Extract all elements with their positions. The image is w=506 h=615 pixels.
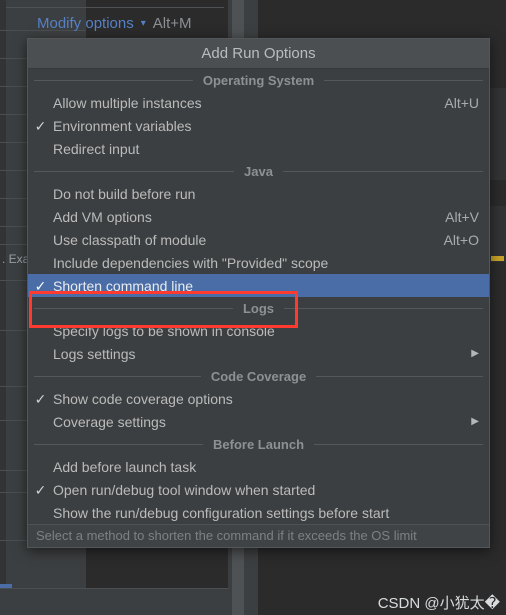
check-icon: ✓ — [34, 277, 47, 294]
menu-section-label: Before Launch — [213, 436, 305, 452]
menu-item[interactable]: ✓ Shorten command line — [28, 274, 489, 297]
add-run-options-menu[interactable]: Add Run Options Operating System Allow mu… — [27, 38, 490, 548]
modify-options-shortcut: Alt+M — [152, 15, 192, 32]
modify-options-bar[interactable]: Modify options ▾ Alt+M — [37, 15, 192, 32]
menu-section-header: Java — [28, 160, 489, 182]
menu-item[interactable]: Use classpath of module Alt+O — [28, 228, 489, 251]
menu-item[interactable]: Logs settings ▶ — [28, 342, 489, 365]
menu-item[interactable]: Coverage settings ▶ — [28, 410, 489, 433]
modify-options-link[interactable]: Modify options — [37, 15, 134, 32]
menu-item-shortcut: Alt+U — [444, 94, 479, 111]
menu-item-label: Coverage settings — [53, 413, 166, 430]
menu-item[interactable]: ✓ Open run/debug tool window when started — [28, 478, 489, 501]
menu-item-label: Logs settings — [53, 345, 136, 362]
menu-item[interactable]: Specify logs to be shown in console — [28, 319, 489, 342]
menu-item-label: Allow multiple instances — [53, 94, 202, 111]
section-rule-right — [316, 375, 483, 377]
menu-section-label: Java — [244, 163, 273, 179]
submenu-arrow-icon: ▶ — [471, 415, 479, 427]
menu-section-header: Operating System — [28, 69, 489, 91]
menu-item-shortcut: Alt+O — [443, 231, 479, 248]
menu-item[interactable]: Show the run/debug configuration setting… — [28, 501, 489, 524]
menu-item[interactable]: Include dependencies with "Provided" sco… — [28, 251, 489, 274]
menu-item-label: Environment variables — [53, 117, 192, 134]
background-bottom-bar — [0, 588, 228, 615]
menu-item-label: Add VM options — [53, 208, 152, 225]
menu-item-label: Shorten command line — [53, 277, 194, 294]
menu-item[interactable]: Redirect input — [28, 137, 489, 160]
menu-body: Operating System Allow multiple instances… — [28, 69, 489, 524]
menu-item-label: Do not build before run — [53, 185, 196, 202]
background-left-strip — [0, 0, 6, 615]
menu-section-header: Code Coverage — [28, 365, 489, 387]
menu-item-label: Redirect input — [53, 140, 140, 157]
menu-item-shortcut: Alt+V — [445, 208, 479, 225]
menu-section-label: Operating System — [202, 72, 315, 88]
background-partial-text: . Exa — [2, 252, 30, 266]
menu-status-hint: Select a method to shorten the command i… — [28, 524, 489, 547]
background-warning-marker — [491, 256, 504, 261]
check-icon: ✓ — [34, 390, 47, 407]
watermark: CSDN @小犹太� — [377, 595, 500, 612]
menu-section-label: Logs — [242, 300, 275, 316]
menu-section-label: Code Coverage — [210, 368, 307, 384]
menu-item-label: Use classpath of module — [53, 231, 207, 248]
menu-item[interactable]: Allow multiple instances Alt+U — [28, 91, 489, 114]
section-rule-right — [314, 443, 484, 445]
menu-item-label: Show the run/debug configuration setting… — [53, 504, 390, 521]
section-rule-left — [34, 79, 193, 81]
check-icon: ✓ — [34, 481, 47, 498]
background-top-divider — [6, 7, 224, 8]
menu-item-label: Open run/debug tool window when started — [53, 481, 316, 498]
section-rule-left — [34, 375, 201, 377]
menu-item-label: Specify logs to be shown in console — [53, 322, 275, 339]
section-rule-left — [34, 443, 203, 445]
menu-item-label: Show code coverage options — [53, 390, 233, 407]
menu-section-header: Before Launch — [28, 433, 489, 455]
menu-item[interactable]: ✓ Show code coverage options — [28, 387, 489, 410]
section-rule-right — [282, 170, 484, 172]
chevron-down-icon: ▾ — [140, 18, 146, 29]
submenu-arrow-icon: ▶ — [471, 347, 479, 359]
section-rule-left — [34, 170, 235, 172]
menu-item[interactable]: Add VM options Alt+V — [28, 205, 489, 228]
check-icon: ✓ — [34, 117, 47, 134]
section-rule-left — [34, 307, 233, 309]
menu-item[interactable]: Do not build before run — [28, 182, 489, 205]
section-rule-right — [324, 79, 484, 81]
menu-item[interactable]: ✓ Environment variables — [28, 114, 489, 137]
menu-title: Add Run Options — [28, 39, 489, 69]
menu-item[interactable]: Add before launch task — [28, 455, 489, 478]
menu-item-label: Add before launch task — [53, 458, 197, 475]
menu-section-header: Logs — [28, 297, 489, 319]
section-rule-right — [284, 307, 483, 309]
menu-item-label: Include dependencies with "Provided" sco… — [53, 254, 329, 271]
